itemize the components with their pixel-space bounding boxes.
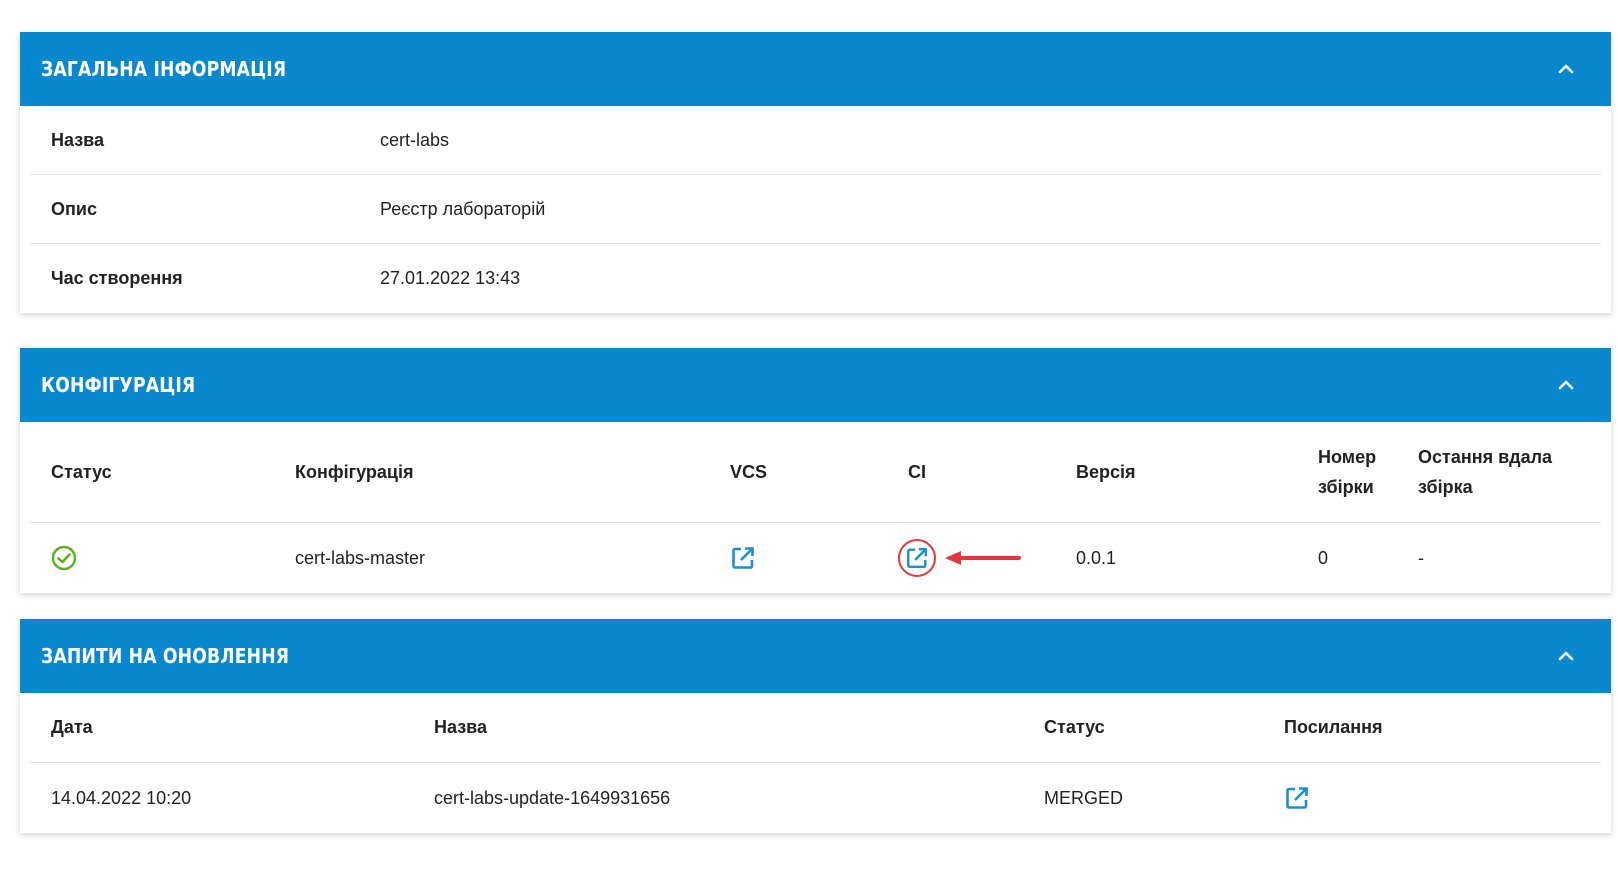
ci-link-highlight[interactable] [898,539,936,577]
col-header-version: Версія [1076,461,1136,482]
build-number-value: 0 [1318,547,1329,568]
info-row-created: Час створення 27.01.2022 13:43 [30,244,1601,313]
info-label: Опис [51,198,97,219]
update-requests-panel: ЗАПИТИ НА ОНОВЛЕННЯ Дата Назва Статус По… [20,619,1611,833]
configuration-title: КОНФІГУРАЦІЯ [41,373,196,397]
update-requests-title: ЗАПИТИ НА ОНОВЛЕННЯ [41,644,290,668]
table-header-row: Дата Назва Статус Посилання [30,693,1601,763]
col-header-last-build-line1: Остання вдала [1418,447,1553,467]
link-cell [1263,785,1563,811]
check-circle-icon [51,545,77,571]
update-status: MERGED [1044,787,1124,808]
vcs-external-link-icon[interactable] [730,545,756,571]
configuration-name: cert-labs-master [295,547,426,568]
chevron-up-icon[interactable] [1555,58,1577,80]
col-header-last-build: Остання вдала збірка [1397,442,1597,502]
general-info-title: ЗАГАЛЬНА ІНФОРМАЦІЯ [41,57,287,81]
update-name: cert-labs-update-1649931656 [434,787,671,808]
version-value: 0.0.1 [1076,547,1117,568]
col-header-status: Статус [51,461,112,482]
col-header-ci: CI [908,461,926,482]
update-date: 14.04.2022 10:20 [51,787,192,808]
col-header-date: Дата [51,717,93,737]
info-row-name: Назва cert-labs [30,106,1601,175]
table-header-row: Статус Конфігурація VCS CI Версія Номер … [30,422,1601,523]
col-header-name: Назва [434,717,488,737]
ci-external-link-icon[interactable] [905,546,929,570]
annotation-arrow-icon [945,551,1021,565]
vcs-cell [709,545,887,571]
info-row-description: Опис Реєстр лабораторій [30,175,1601,244]
info-value: 27.01.2022 13:43 [380,268,521,288]
col-header-last-build-line2: збірка [1418,477,1473,497]
chevron-up-icon[interactable] [1555,374,1577,396]
status-cell [30,545,274,571]
info-value: Реєстр лабораторій [380,198,546,219]
update-requests-header[interactable]: ЗАПИТИ НА ОНОВЛЕННЯ [20,619,1611,693]
col-header-build-number-line1: Номер [1318,447,1377,467]
configuration-panel: КОНФІГУРАЦІЯ Статус Конфігурація VCS CI … [20,348,1611,593]
general-info-panel: ЗАГАЛЬНА ІНФОРМАЦІЯ Назва cert-labs Опис… [20,32,1611,313]
col-header-link: Посилання [1284,717,1383,737]
last-build-value: - [1418,547,1424,568]
col-header-configuration: Конфігурація [295,461,414,482]
configuration-header[interactable]: КОНФІГУРАЦІЯ [20,348,1611,422]
table-row: cert-labs-master 0.0.1 0 - [30,523,1601,593]
info-value: cert-labs [380,129,450,150]
col-header-build-number-line2: збірки [1318,477,1374,497]
update-requests-table: Дата Назва Статус Посилання 14.04.2022 1… [20,693,1611,833]
general-info-header[interactable]: ЗАГАЛЬНА ІНФОРМАЦІЯ [20,32,1611,106]
info-label: Назва [51,129,105,150]
col-header-build-number: Номер збірки [1297,442,1397,502]
general-info-body: Назва cert-labs Опис Реєстр лабораторій … [20,106,1611,313]
info-label: Час створення [51,268,183,288]
configuration-table: Статус Конфігурація VCS CI Версія Номер … [20,422,1611,593]
col-header-status: Статус [1044,717,1105,737]
table-row: 14.04.2022 10:20 cert-labs-update-164993… [30,763,1601,833]
chevron-up-icon[interactable] [1555,645,1577,667]
update-external-link-icon[interactable] [1284,785,1310,811]
col-header-vcs: VCS [730,461,768,482]
